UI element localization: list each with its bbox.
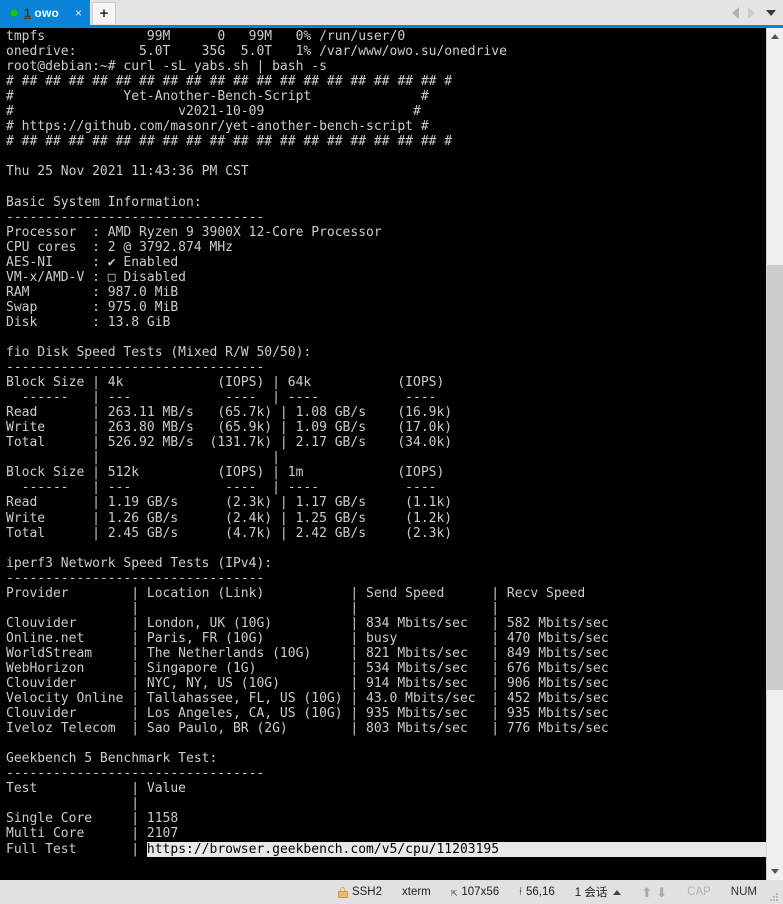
terminal-line: Read | 263.11 MB/s (65.7k) | 1.08 GB/s (… (6, 405, 453, 421)
terminal-line: Thu 25 Nov 2021 11:43:36 PM CST (6, 164, 249, 180)
geekbench-result-link[interactable]: https://browser.geekbench.com/v5/cpu/112… (146, 841, 783, 857)
terminal-line: # ## ## ## ## ## ## ## ## ## ## ## ## ##… (6, 74, 453, 90)
terminal-line: # v2021-10-09 # (6, 104, 421, 120)
terminal-line: Online.net | Paris, FR (10G) | busy | 47… (6, 630, 609, 646)
terminal-line: # ## ## ## ## ## ## ## ## ## ## ## ## ##… (6, 134, 453, 150)
scroll-up-icon[interactable] (767, 28, 783, 45)
scroll-down-icon[interactable] (767, 863, 783, 880)
terminal-line: Clouvider | NYC, NY, US (10G) | 914 Mbit… (6, 676, 609, 692)
resize-icon: ⇱ (450, 885, 458, 899)
terminal-line: Write | 263.80 MB/s (65.9k) | 1.09 GB/s … (6, 420, 453, 436)
terminal-line: Geekbench 5 Benchmark Test: (6, 751, 218, 767)
terminal-line: WebHorizon | Singapore (1G) | 534 Mbits/… (6, 660, 609, 676)
status-transfer-indicators: ⬆ ⬇ (631, 880, 677, 904)
terminal-line: ------ | --- ---- | ---- ---- (6, 390, 437, 406)
terminal-line: Single Core | 1158 (6, 811, 179, 827)
terminal-line: Write | 1.26 GB/s (2.4k) | 1.25 GB/s (1.… (6, 510, 453, 526)
status-term-type-label: xterm (402, 886, 431, 898)
terminal-line: iperf3 Network Speed Tests (IPv4): (6, 555, 273, 571)
terminal-line: Provider | Location (Link) | Send Speed … (6, 585, 586, 601)
nav-next-icon[interactable] (748, 6, 755, 19)
caps-lock-label: CAP (687, 886, 711, 898)
status-caps-lock: CAP (677, 880, 721, 904)
terminal-line: tmpfs 99M 0 99M 0% /run/user/0 (6, 29, 406, 44)
terminal-line: WorldStream | The Netherlands (10G) | 82… (6, 645, 609, 661)
terminal-line: Velocity Online | Tallahassee, FL, US (1… (6, 691, 609, 707)
terminal-line: Swap : 975.0 MiB (6, 299, 179, 315)
terminal-line: # https://github.com/masonr/yet-another-… (6, 119, 429, 135)
terminal-line: VM-x/AMD-V : □ Disabled (6, 269, 187, 285)
status-dimensions-label: 107x56 (461, 886, 500, 898)
terminal-line: --------------------------------- (6, 209, 265, 225)
terminal-line: onedrive: 5.0T 35G 5.0T 1% /var/www/owo.… (6, 44, 507, 60)
tab-owo[interactable]: 1 owo × (0, 0, 91, 25)
tab-title: owo (34, 5, 60, 20)
status-term-type[interactable]: xterm (392, 880, 441, 904)
terminal-output: tmpfs 99M 0 99M 0% /run/user/0 onedrive: … (6, 29, 783, 857)
terminal-line: Multi Core | 2107 (6, 826, 179, 842)
tab-bar-controls (732, 0, 783, 25)
terminal-line: RAM : 987.0 MiB (6, 284, 179, 300)
terminal-line: # Yet-Another-Bench-Script # (6, 89, 429, 105)
lock-icon (337, 886, 348, 898)
terminal-line: --------------------------------- (6, 766, 265, 782)
connection-status-dot-icon (10, 8, 18, 17)
status-cursor-position-label: 56,16 (525, 886, 555, 898)
terminal-line: Disk : 13.8 GiB (6, 314, 171, 330)
terminal-line: Read | 1.19 GB/s (2.3k) | 1.17 GB/s (1.1… (6, 495, 453, 511)
num-lock-label: NUM (730, 886, 757, 898)
status-protocol[interactable]: SSH2 (328, 880, 392, 904)
terminal-line: Test | Value (6, 781, 187, 797)
terminal-line: Block Size | 512k (IOPS) | 1m (IOPS) (6, 465, 445, 481)
terminal-line: | (6, 796, 140, 812)
status-sessions[interactable]: 1 会话 (565, 880, 632, 904)
status-sessions-label: 1 会话 (574, 887, 608, 899)
full-test-label: Full Test | (6, 841, 147, 857)
chevron-up-icon[interactable] (613, 889, 622, 895)
terminal-line: | | | (6, 600, 500, 616)
cursor-position-icon: ⍿ (519, 885, 522, 898)
tab-label: 1 owo (24, 6, 59, 20)
download-arrow-icon: ⬇ (656, 884, 668, 900)
terminal-line: AES-NI : ✔ Enabled (6, 254, 179, 270)
terminal-line: Clouvider | Los Angeles, CA, US (10G) | … (6, 706, 609, 722)
tab-bar: 1 owo × + (0, 0, 783, 25)
status-num-lock: NUM (721, 880, 767, 904)
terminal-line: fio Disk Speed Tests (Mixed R/W 50/50): (6, 344, 312, 360)
status-dimensions[interactable]: ⇱ 107x56 (441, 880, 509, 904)
terminal-line: ------ | --- ---- | ---- ---- (6, 480, 437, 496)
terminal-line: Total | 526.92 MB/s (131.7k) | 2.17 GB/s… (6, 435, 453, 451)
terminal-line: --------------------------------- (6, 570, 265, 586)
new-tab-button[interactable]: + (92, 2, 117, 24)
nav-prev-icon[interactable] (732, 6, 739, 19)
upload-arrow-icon: ⬆ (641, 884, 653, 900)
chevron-down-icon[interactable] (766, 9, 776, 16)
terminal-line: Clouvider | London, UK (10G) | 834 Mbits… (6, 615, 609, 631)
terminal-pane[interactable]: tmpfs 99M 0 99M 0% /run/user/0 onedrive: … (0, 28, 783, 880)
terminal-line: Processor : AMD Ryzen 9 3900X 12-Core Pr… (6, 224, 382, 240)
status-protocol-label: SSH2 (351, 886, 383, 898)
tab-strip: 1 owo × + (0, 0, 117, 25)
terminal-line: | | (6, 450, 280, 466)
terminal-line: Total | 2.45 GB/s (4.7k) | 2.42 GB/s (2.… (6, 525, 453, 541)
terminal-scrollbar[interactable] (766, 28, 783, 880)
status-bar: SSH2 xterm ⇱ 107x56 ⍿ 56,16 1 会话 ⬆ ⬇ CAP… (0, 880, 783, 904)
scrollbar-thumb[interactable] (767, 265, 783, 690)
terminal-line: --------------------------------- (6, 360, 265, 376)
terminal-line: CPU cores : 2 @ 3792.874 MHz (6, 239, 233, 255)
terminal-line: Block Size | 4k (IOPS) | 64k (IOPS) (6, 375, 445, 391)
terminal-line: Iveloz Telecom | Sao Paulo, BR (2G) | 80… (6, 721, 609, 737)
tab-index: 1 (24, 5, 31, 20)
terminal-line: root@debian:~# curl -sL yabs.sh | bash -… (6, 59, 327, 75)
resize-grip[interactable] (769, 892, 779, 902)
terminal-line-full-test: Full Test | https://browser.geekbench.co… (6, 841, 783, 857)
status-cursor-position[interactable]: ⍿ 56,16 (509, 880, 565, 904)
close-icon[interactable]: × (75, 7, 82, 19)
terminal-line: Basic System Information: (6, 194, 202, 210)
